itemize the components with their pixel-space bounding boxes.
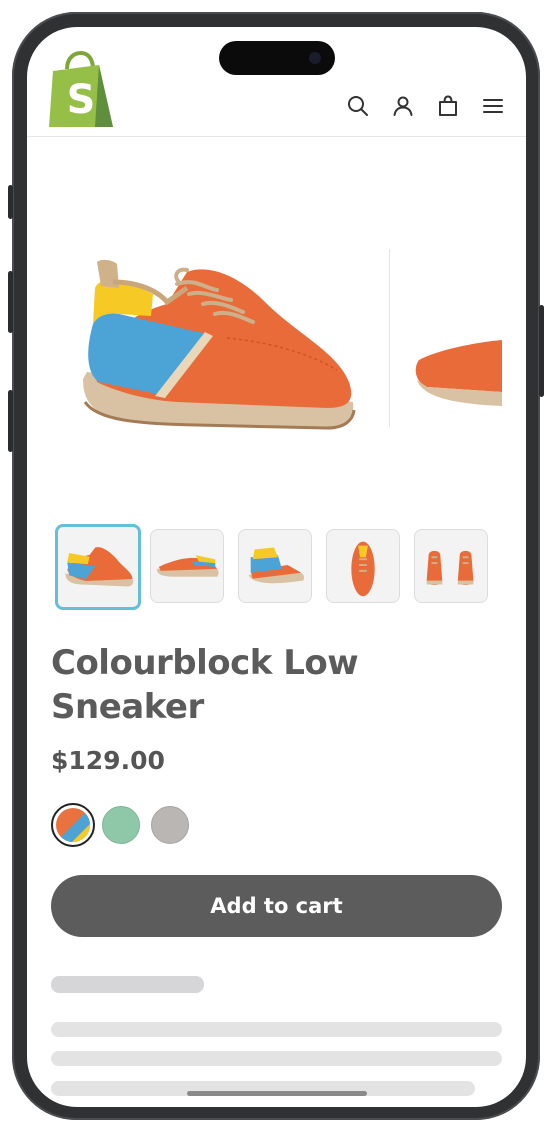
dynamic-island [219, 41, 335, 75]
skeleton-line [51, 976, 204, 993]
swatch-grey[interactable] [151, 806, 189, 844]
product-title: Colourblock Low Sneaker [51, 643, 359, 727]
menu-icon[interactable] [481, 94, 505, 118]
thumbnail-4[interactable] [326, 529, 400, 603]
cart-bag-icon[interactable] [436, 94, 460, 118]
product-main-image[interactable] [27, 242, 526, 512]
thumbnail-5[interactable] [414, 529, 488, 603]
front-camera [309, 52, 321, 64]
account-icon[interactable] [391, 94, 415, 118]
product-price: $129.00 [51, 746, 165, 775]
image-divider [389, 249, 390, 427]
swatch-green[interactable] [102, 806, 140, 844]
phone-power-button [539, 305, 544, 397]
thumbnail-3[interactable] [238, 529, 312, 603]
add-to-cart-button[interactable]: Add to cart [51, 875, 502, 937]
shopify-logo[interactable]: S [47, 51, 115, 129]
swatch-multicolour[interactable] [51, 803, 95, 847]
phone-screen: S Colourblock Low Sneaker $129.00 Add to… [27, 27, 526, 1107]
skeleton-line [51, 1051, 502, 1066]
svg-text:S: S [67, 77, 96, 123]
phone-volume-down [8, 390, 13, 452]
phone-side-button [8, 185, 13, 219]
thumbnail-2[interactable] [150, 529, 224, 603]
home-indicator[interactable] [187, 1091, 367, 1096]
skeleton-line [51, 1022, 502, 1037]
thumbnail-1[interactable] [55, 524, 141, 610]
phone-volume-up [8, 271, 13, 333]
search-icon[interactable] [346, 94, 370, 118]
